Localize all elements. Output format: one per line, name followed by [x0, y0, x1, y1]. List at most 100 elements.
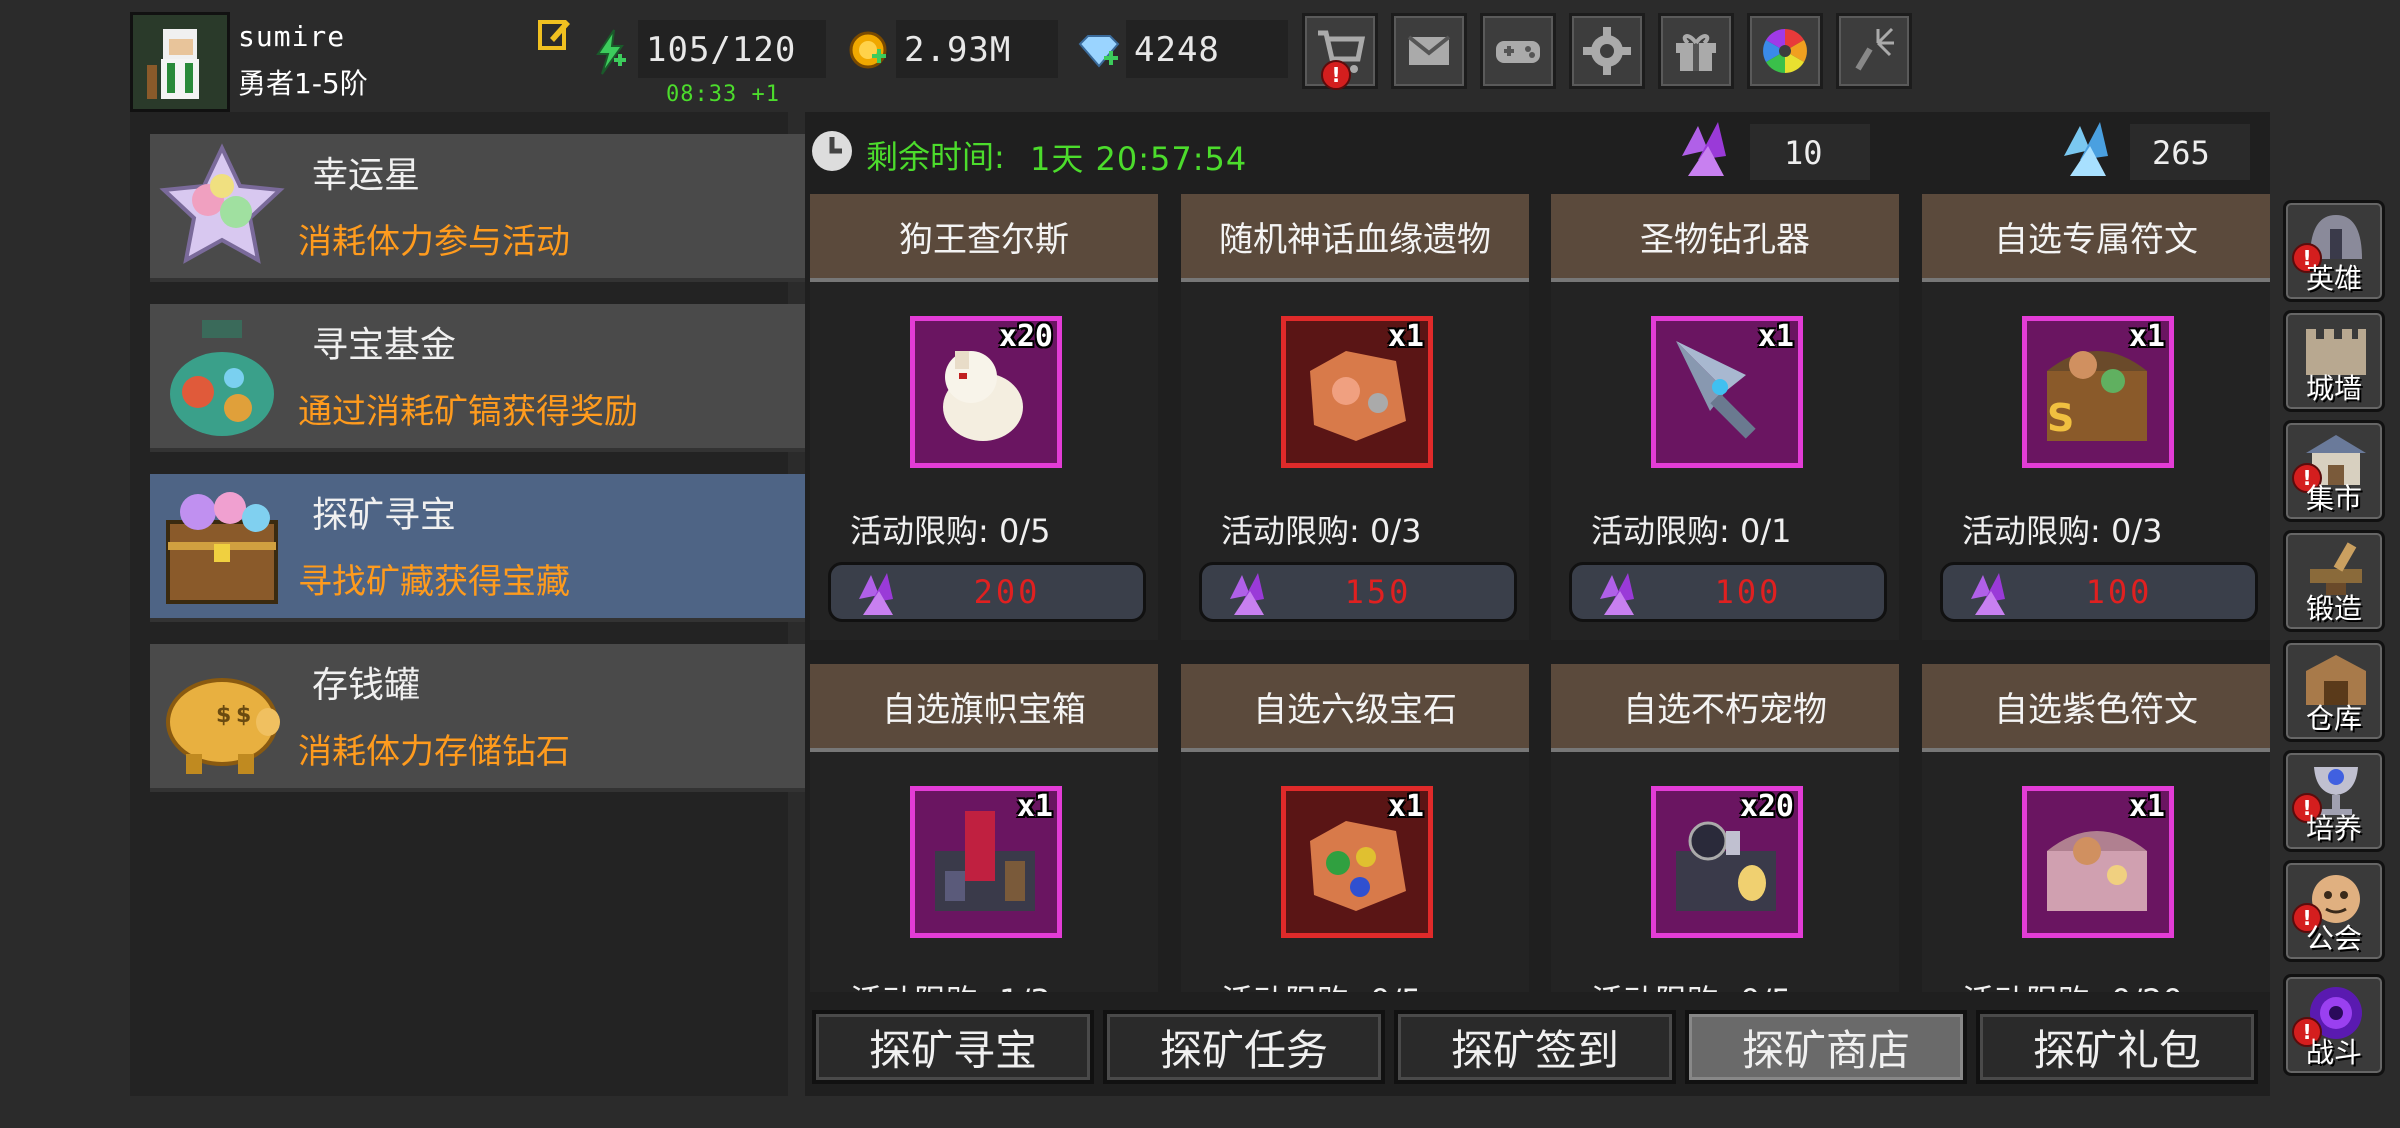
- shop-item-limit: 活动限购: 0/20: [1962, 976, 2183, 992]
- nav-label: 仓库: [2305, 702, 2362, 735]
- nav-label: 公会: [2305, 922, 2362, 955]
- left-menu-title: 探矿寻宝: [312, 495, 457, 536]
- tab-mining-shop[interactable]: 探矿商店: [1685, 1010, 1967, 1084]
- shop-cart-button[interactable]: !: [1302, 13, 1378, 90]
- diamond-icon: [1078, 35, 1120, 68]
- shop-item-name: 随机神话血缘遗物: [1181, 194, 1529, 282]
- color-wheel-button[interactable]: [1747, 13, 1823, 89]
- shop-item-limit: 活动限购: 1/3: [850, 976, 1050, 992]
- shop-item-qty: x1: [1387, 319, 1424, 354]
- firework-icon: [1855, 27, 1894, 71]
- shop-item-qty: x1: [1387, 789, 1424, 824]
- shop-item-card[interactable]: 自选六级宝石 x1 活动限购: 0/5: [1181, 664, 1529, 992]
- tab-mining-tasks[interactable]: 探矿任务: [1103, 1010, 1385, 1084]
- shop-item-card[interactable]: 自选专属符文 S x1 活动限购: 0/3 100: [1922, 194, 2270, 640]
- purple-crystal-icon: [1682, 122, 1726, 176]
- alert-badge: !: [1321, 60, 1351, 90]
- settings-button[interactable]: [1569, 13, 1645, 89]
- tab-mining-checkin[interactable]: 探矿签到: [1394, 1010, 1676, 1084]
- nav-guild[interactable]: ! 公会: [2283, 860, 2385, 962]
- price-value: 200: [973, 573, 1041, 611]
- shop-item-frame: x20: [1651, 786, 1803, 938]
- color-wheel-icon: [1763, 29, 1807, 73]
- shop-item-qty: x1: [1757, 319, 1794, 354]
- shop-item-card[interactable]: 狗王查尔斯 x20 活动限购: 0/5 200: [810, 194, 1158, 640]
- shop-item-frame: x1: [1281, 786, 1433, 938]
- buy-button[interactable]: 200: [828, 562, 1146, 622]
- remaining-time-value: 1天 20:57:54: [1030, 140, 1248, 178]
- edit-name-icon[interactable]: [536, 16, 572, 52]
- left-menu-title: 存钱罐: [312, 665, 421, 706]
- player-rank: 勇者1-5阶: [238, 67, 368, 100]
- left-menu-desc: 通过消耗矿镐获得奖励: [298, 392, 638, 432]
- shop-item-name: 自选不朽宠物: [1551, 664, 1899, 752]
- tab-mining-pack[interactable]: 探矿礼包: [1976, 1010, 2258, 1084]
- shop-item-frame: S x1: [2022, 316, 2174, 468]
- buy-button[interactable]: 100: [1569, 562, 1887, 622]
- shop-item-card[interactable]: 自选旗帜宝箱 x1 活动限购: 1/3: [810, 664, 1158, 992]
- left-menu-title: 幸运星: [312, 155, 421, 196]
- left-menu-desc: 寻找矿藏获得宝藏: [298, 562, 570, 602]
- lucky-star-icon: [159, 143, 285, 264]
- shop-item-limit: 活动限购: 0/5: [1221, 976, 1421, 992]
- shop-item-name: 圣物钻孔器: [1551, 194, 1899, 282]
- shop-item-card[interactable]: 自选不朽宠物 x20 活动限购: 0/5: [1551, 664, 1899, 992]
- gear-icon: [1583, 27, 1631, 75]
- buy-button[interactable]: 100: [1940, 562, 2258, 622]
- buy-button[interactable]: 150: [1199, 562, 1517, 622]
- nav-market[interactable]: ! 集市: [2283, 420, 2385, 522]
- nav-label: 锻造: [2305, 592, 2362, 625]
- shop-item-card[interactable]: 自选紫色符文 x1 活动限购: 0/20: [1922, 664, 2270, 992]
- shop-item-qty: x1: [2128, 319, 2165, 354]
- svg-text:S: S: [2047, 396, 2074, 440]
- left-menu-piggy-bank[interactable]: $ $ 存钱罐 消耗体力存储钻石: [150, 644, 896, 792]
- treasure-chest-icon: [166, 492, 278, 604]
- shop-item-qty: x1: [1016, 789, 1053, 824]
- nav-battle[interactable]: ! 战斗: [2283, 974, 2385, 1076]
- stamina-value: 105/120: [646, 30, 797, 70]
- shop-item-frame: x1: [910, 786, 1062, 938]
- nav-hero[interactable]: ! 英雄: [2283, 200, 2385, 302]
- price-value: 150: [1344, 573, 1412, 611]
- piggy-bank-icon: $ $: [166, 678, 280, 774]
- left-menu-mining-treasure[interactable]: 探矿寻宝 寻找矿藏获得宝藏: [150, 474, 896, 622]
- shop-item-limit: 活动限购: 0/5: [1591, 976, 1791, 992]
- gift-icon: [1676, 34, 1716, 71]
- nav-label: 英雄: [2305, 262, 2362, 295]
- left-menu-lucky-star[interactable]: 幸运星 消耗体力参与活动: [150, 134, 896, 282]
- tab-mining-treasure[interactable]: 探矿寻宝: [812, 1010, 1094, 1084]
- shop-item-frame: x1: [2022, 786, 2174, 938]
- diamond-value: 4248: [1134, 30, 1220, 70]
- firework-button[interactable]: [1836, 13, 1912, 89]
- left-menu-desc: 消耗体力存储钻石: [298, 732, 570, 772]
- stamina-timer: 08:33 +1: [666, 82, 780, 107]
- shop-item-qty: x20: [1739, 789, 1794, 824]
- purple-crystal-value: 10: [1784, 134, 1823, 172]
- price-value: 100: [2085, 573, 2153, 611]
- treasure-bag-icon: [170, 320, 274, 436]
- mail-button[interactable]: [1391, 13, 1467, 89]
- nav-label: 集市: [2305, 482, 2362, 515]
- nav-label: 培养: [2305, 812, 2362, 845]
- gift-button[interactable]: [1658, 13, 1734, 89]
- left-menu-title: 寻宝基金: [312, 325, 457, 366]
- shop-item-card[interactable]: 随机神话血缘遗物 x1 活动限购: 0/3 150: [1181, 194, 1529, 640]
- shop-item-limit: 活动限购: 0/5: [850, 512, 1051, 550]
- shop-item-frame: x1: [1651, 316, 1803, 468]
- left-menu-treasure-fund[interactable]: 寻宝基金 通过消耗矿镐获得奖励: [150, 304, 896, 452]
- nav-label: 战斗: [2305, 1036, 2362, 1069]
- shop-item-frame: x20: [910, 316, 1062, 468]
- nav-wall[interactable]: 城墙: [2283, 310, 2385, 412]
- nav-forge[interactable]: 锻造: [2283, 530, 2385, 632]
- gamepad-button[interactable]: [1480, 13, 1556, 89]
- gold-coin-icon: [849, 31, 887, 69]
- shop-item-name: 自选六级宝石: [1181, 664, 1529, 752]
- nav-cultivate[interactable]: ! 培养: [2283, 750, 2385, 852]
- player-avatar[interactable]: [130, 12, 230, 112]
- blue-crystal-value: 265: [2152, 134, 2210, 172]
- lightning-icon: [596, 29, 626, 75]
- blue-crystal-icon: [2064, 122, 2108, 176]
- shop-item-card[interactable]: 圣物钻孔器 x1 活动限购: 0/1 100: [1551, 194, 1899, 640]
- shop-item-limit: 活动限购: 0/3: [1962, 512, 2163, 550]
- nav-warehouse[interactable]: 仓库: [2283, 640, 2385, 742]
